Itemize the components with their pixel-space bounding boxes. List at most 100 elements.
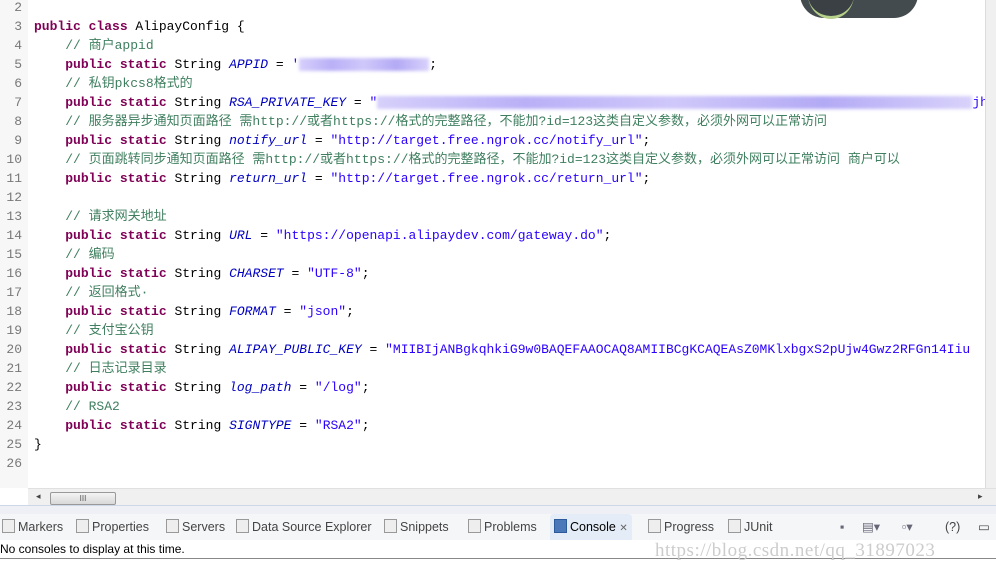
code-comment: // 请求网关地址 [65, 209, 167, 224]
code-line[interactable]: 10 // 页面跳转同步通知页面路径 需http://或者https://格式的… [0, 150, 985, 169]
line-number: 19 [6, 323, 22, 338]
tab-servers[interactable]: Servers [166, 514, 225, 540]
code-line[interactable]: 13 // 请求网关地址 [0, 207, 985, 226]
type-name: String [166, 380, 230, 395]
string-literal: "http://target.free.ngrok.cc/notify_url" [330, 133, 643, 148]
code-line[interactable]: 7 public static String RSA_PRIVATE_KEY =… [0, 93, 985, 112]
tab-label: Console [570, 520, 616, 534]
line-number: 8 [14, 114, 22, 129]
line-number: 3 [14, 19, 22, 34]
line-number: 24 [6, 418, 22, 433]
string-literal: "https://openapi.alipaydev.com/gateway.d… [275, 228, 604, 243]
keyword: public static [65, 304, 167, 319]
keyword: public class [34, 19, 128, 34]
keyword: public static [65, 95, 167, 110]
type-name: String [166, 171, 230, 186]
tab-data-source-explorer[interactable]: Data Source Explorer [236, 514, 372, 540]
code-line[interactable]: 5 public static String APPID = '; [0, 55, 985, 74]
string-literal: " [369, 95, 378, 110]
tab-snippets[interactable]: Snippets [384, 514, 449, 540]
tab-label: Markers [18, 520, 64, 534]
type-name: String [166, 304, 230, 319]
semicolon: ; [603, 228, 612, 243]
line-number: 22 [6, 380, 22, 395]
operator: = [275, 304, 300, 319]
field-name: log_path [229, 380, 292, 395]
tab-label: JUnit [744, 520, 773, 534]
keyword: public static [65, 342, 167, 357]
horizontal-scrollbar[interactable]: ◂ III ▸ [28, 488, 996, 506]
code-line[interactable]: 19 // 支付宝公钥 [0, 321, 985, 340]
operator: = [291, 380, 315, 395]
type-name: String [166, 342, 230, 357]
line-number: 20 [6, 342, 22, 357]
tab-properties[interactable]: Properties [76, 514, 149, 540]
line-number: 17 [6, 285, 22, 300]
field-name: return_url [229, 171, 308, 186]
code-line[interactable]: 26 [0, 454, 985, 473]
type-name: String [166, 133, 230, 148]
operator: = [268, 57, 292, 72]
line-number: 9 [14, 133, 22, 148]
close-tab-icon[interactable]: ✕ [619, 523, 627, 534]
code-line[interactable]: 24 public static String SIGNTYPE = "RSA2… [0, 416, 985, 435]
code-line[interactable]: 14 public static String URL = "https://o… [0, 226, 985, 245]
string-literal: "http://target.free.ngrok.cc/return_url" [330, 171, 643, 186]
keyword: public static [65, 380, 167, 395]
code-line[interactable]: 16 public static String CHARSET = "UTF-8… [0, 264, 985, 283]
class-name: AlipayConfig { [127, 19, 245, 34]
pin-console-icon[interactable]: ▪ [840, 514, 844, 540]
field-name: FORMAT [229, 304, 276, 319]
network-speed-widget [800, 0, 918, 19]
code-line[interactable]: 3 public class AlipayConfig { [0, 17, 985, 36]
tab-console[interactable]: Console ✕ [550, 514, 632, 540]
code-line[interactable]: 18 public static String FORMAT = "json"; [0, 302, 985, 321]
code-line[interactable]: 12 [0, 188, 985, 207]
line-number: 15 [6, 247, 22, 262]
code-line[interactable]: 11 public static String return_url = "ht… [0, 169, 985, 188]
code-line[interactable]: 6 // 私钥pkcs8格式的 [0, 74, 985, 93]
string-literal: ' [291, 57, 300, 72]
code-line[interactable]: 20 public static String ALIPAY_PUBLIC_KE… [0, 340, 985, 359]
code-editor[interactable]: 2 3 public class AlipayConfig {4 // 商户app… [0, 0, 985, 488]
tab-label: Snippets [400, 520, 449, 534]
semicolon: ; [361, 266, 370, 281]
code-comment: // RSA2 [65, 399, 120, 414]
operator: = [252, 228, 276, 243]
tab-problems[interactable]: Problems [468, 514, 537, 540]
code-line[interactable]: 21 // 日志记录目录 [0, 359, 985, 378]
properties-icon [76, 519, 89, 533]
keyword: public static [65, 266, 167, 281]
type-name: String [166, 95, 230, 110]
problems-icon [468, 519, 481, 533]
scrollbar-thumb[interactable]: III [50, 492, 116, 505]
bottom-panel-tabs: Markers Properties Servers Data Source Expl… [0, 514, 996, 540]
code-line[interactable]: 22 public static String log_path = "/log… [0, 378, 985, 397]
field-name: notify_url [229, 133, 308, 148]
string-literal: "RSA2" [314, 418, 362, 433]
code-line[interactable]: 17 // 返回格式· [0, 283, 985, 302]
code-line[interactable]: 25} [0, 435, 985, 454]
tab-progress[interactable]: Progress [648, 514, 714, 540]
redacted-value [377, 96, 973, 110]
code-line[interactable]: 15 // 编码 [0, 245, 985, 264]
progress-icon [648, 519, 661, 533]
code-line[interactable]: 23 // RSA2 [0, 397, 985, 416]
minimize-icon[interactable]: ▭ [978, 514, 990, 540]
display-console-icon[interactable]: ▤▾ [862, 514, 880, 540]
tab-markers[interactable]: Markers [2, 514, 63, 540]
scroll-left-arrow-icon[interactable]: ◂ [36, 491, 41, 502]
scroll-right-arrow-icon[interactable]: ▸ [978, 491, 983, 502]
string-literal: "UTF-8" [307, 266, 362, 281]
tab-junit[interactable]: JUnit [728, 514, 772, 540]
open-console-icon[interactable]: ▫▾ [902, 514, 913, 540]
code-line[interactable]: 8 // 服务器异步通知页面路径 需http://或者https://格式的完整… [0, 112, 985, 131]
code-line[interactable]: 4 // 商户appid [0, 36, 985, 55]
field-name: APPID [229, 57, 269, 72]
operator: = [361, 342, 386, 357]
help-button[interactable]: (?) [945, 514, 960, 540]
code-line[interactable]: 9 public static String notify_url = "htt… [0, 131, 985, 150]
vertical-scrollbar[interactable] [985, 0, 996, 505]
string-literal-end: jh [972, 95, 985, 110]
operator: = [283, 266, 308, 281]
